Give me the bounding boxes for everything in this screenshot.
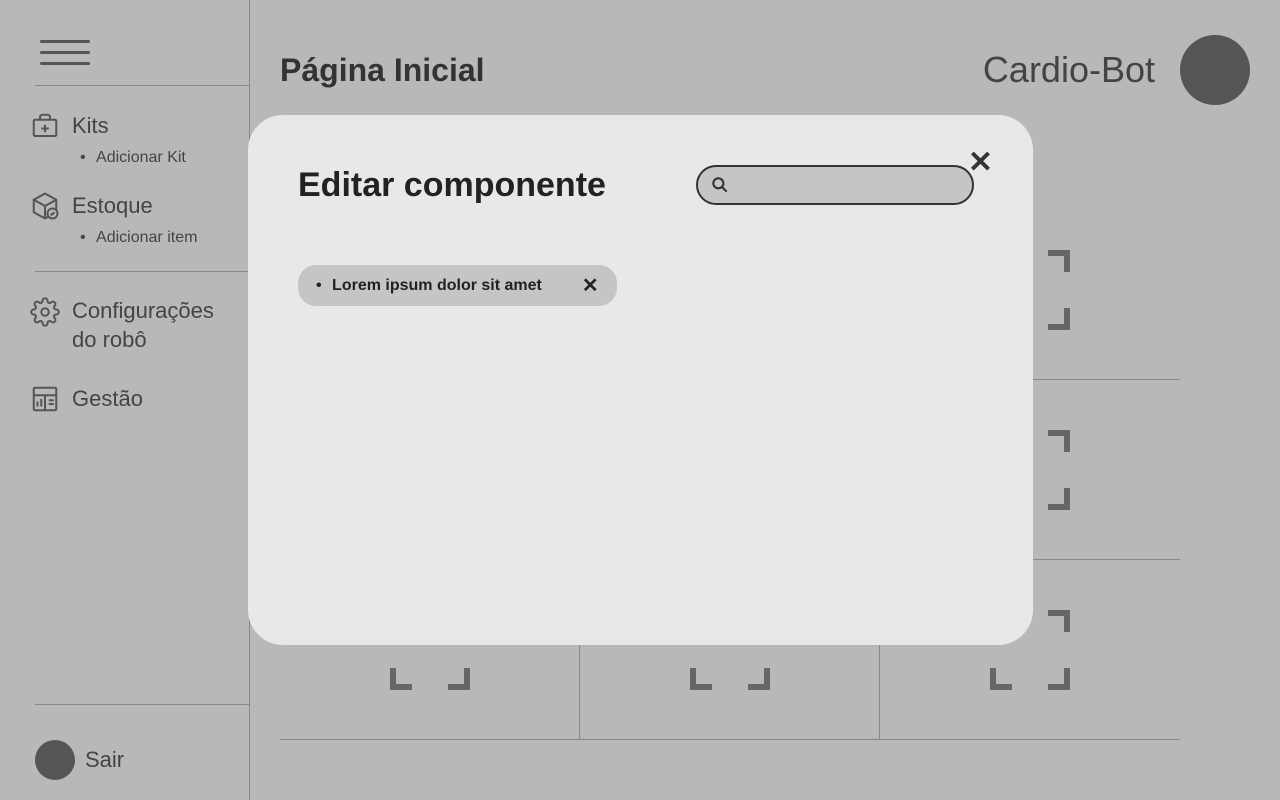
hamburger-menu[interactable]: [40, 40, 90, 65]
avatar[interactable]: [1180, 35, 1250, 105]
sidebar: Kits Adicionar Kit Estoque Adicionar ite…: [0, 0, 250, 800]
sidebar-item-label: Gestão: [72, 386, 143, 412]
search-icon: [710, 175, 730, 195]
component-chip: Lorem ipsum dolor sit amet ✕: [298, 265, 617, 306]
edit-component-modal: ✕ Editar componente Lorem ipsum dolor si…: [248, 115, 1033, 645]
page-title: Página Inicial: [280, 52, 485, 89]
sidebar-item-label: Estoque: [72, 193, 153, 219]
modal-title: Editar componente: [298, 166, 606, 205]
divider: [35, 704, 250, 705]
kit-icon: [30, 111, 60, 141]
sidebar-item-management[interactable]: Gestão: [30, 384, 219, 414]
sidebar-item-kits[interactable]: Kits: [30, 111, 219, 141]
chip-remove-icon[interactable]: ✕: [582, 273, 599, 298]
sidebar-subitem-add-item[interactable]: Adicionar item: [80, 229, 219, 247]
header: Página Inicial Cardio-Bot: [280, 35, 1250, 105]
sidebar-item-label: Kits: [72, 113, 109, 139]
logout-button[interactable]: Sair: [35, 740, 124, 780]
search-input[interactable]: [738, 176, 960, 194]
close-icon[interactable]: ✕: [968, 145, 993, 180]
divider: [35, 271, 250, 272]
sidebar-item-robot-config[interactable]: Configurações do robô: [30, 297, 219, 354]
sidebar-item-stock[interactable]: Estoque: [30, 191, 219, 221]
box-check-icon: [30, 191, 60, 221]
logout-label: Sair: [85, 747, 124, 773]
logout-icon: [35, 740, 75, 780]
dashboard-icon: [30, 384, 60, 414]
chip-label: Lorem ipsum dolor sit amet: [316, 277, 542, 295]
sidebar-item-label: Configurações do robô: [72, 297, 219, 354]
search-field[interactable]: [696, 165, 974, 205]
brand-name: Cardio-Bot: [983, 49, 1155, 91]
sidebar-subitem-add-kit[interactable]: Adicionar Kit: [80, 149, 219, 167]
gear-icon: [30, 297, 60, 327]
